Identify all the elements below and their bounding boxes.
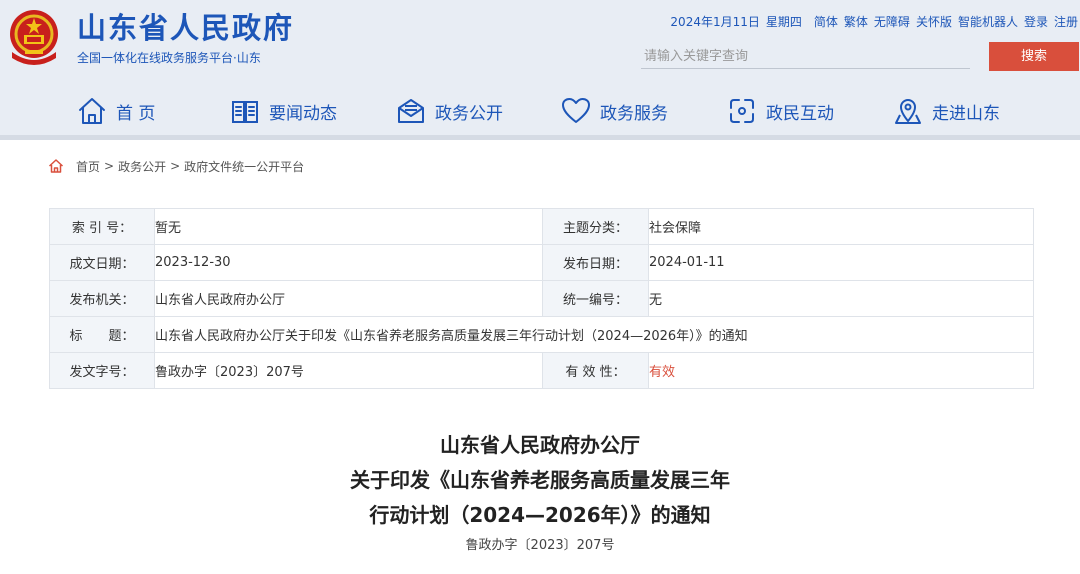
issuer-label: 发布机关：: [49, 280, 155, 317]
category-value: 社会保障: [648, 208, 1034, 245]
link-register[interactable]: 注册: [1054, 15, 1078, 29]
nav-item-public-affairs[interactable]: 政务公开: [396, 92, 503, 130]
written-date-value: 2023-12-30: [154, 244, 543, 281]
serial-number-value: 无: [648, 280, 1034, 317]
document-title-line: 山东省人民政府办公厅: [440, 433, 640, 457]
category-label: 主题分类：: [542, 208, 649, 245]
link-simplified[interactable]: 简体: [814, 15, 838, 29]
table-row: 标 题： 山东省人民政府办公厅关于印发《山东省养老服务高质量发展三年行动计划（2…: [49, 316, 1034, 353]
serial-number-label: 统一编号：: [542, 280, 649, 317]
breadcrumb-current[interactable]: 政府文件统一公开平台: [184, 158, 304, 175]
table-row: 成文日期： 2023-12-30 发布日期： 2024-01-11: [49, 244, 1034, 281]
link-care-version[interactable]: 关怀版: [916, 15, 952, 29]
breadcrumb: 首页 > 政务公开 > 政府文件统一公开平台: [48, 156, 304, 176]
publish-date-label: 发布日期：: [542, 244, 649, 281]
link-login[interactable]: 登录: [1024, 15, 1048, 29]
location-icon: [895, 99, 921, 124]
document-number-label: 发文字号：: [49, 352, 155, 389]
link-smart-robot[interactable]: 智能机器人: [958, 15, 1018, 29]
site-subtitle[interactable]: 全国一体化在线政务服务平台·山东: [77, 50, 261, 66]
title-label: 标 题：: [49, 316, 155, 353]
search-button[interactable]: 搜索: [989, 42, 1079, 71]
nav-label: 政务公开: [435, 103, 503, 124]
breadcrumb-public-affairs[interactable]: 政务公开: [118, 158, 166, 175]
mail-icon: [398, 99, 424, 123]
index-number-value: 暂无: [154, 208, 543, 245]
search-input[interactable]: [641, 44, 970, 69]
site-title[interactable]: 山东省人民政府: [77, 9, 294, 47]
home-icon[interactable]: [48, 158, 64, 174]
header-divider: [0, 135, 1080, 140]
interaction-icon: [730, 99, 754, 123]
breadcrumb-separator: >: [170, 159, 181, 173]
breadcrumb-separator: >: [104, 159, 115, 173]
nav-item-about-shandong[interactable]: 走进山东: [893, 92, 1000, 130]
nav-item-services[interactable]: 政务服务: [561, 92, 668, 130]
document-number: 鲁政办字〔2023〕207号: [465, 538, 615, 553]
document-title-line: 行动计划（2024—2026年）》的通知: [369, 503, 711, 527]
index-number-label: 索 引 号：: [49, 208, 155, 245]
site-header: 山东省人民政府 全国一体化在线政务服务平台·山东 2024年1月11日 星期四 简体…: [0, 0, 1080, 135]
table-row: 发布机关： 山东省人民政府办公厅 统一编号： 无: [49, 280, 1034, 317]
nav-item-news[interactable]: 要闻动态: [230, 92, 337, 130]
top-links: 2024年1月11日 星期四 简体 繁体 无障碍 关怀版 智能机器人 登录 注册: [664, 14, 1078, 30]
document-title: 山东省人民政府办公厅 关于印发《山东省养老服务高质量发展三年 行动计划（2024…: [0, 428, 1080, 533]
breadcrumb-home[interactable]: 首页: [76, 158, 100, 175]
national-emblem-icon[interactable]: [7, 8, 61, 66]
title-value: 山东省人民政府办公厅关于印发《山东省养老服务高质量发展三年行动计划（2024—2…: [154, 316, 1034, 353]
nav-item-interaction[interactable]: 政民互动: [727, 92, 834, 130]
nav-label: 政民互动: [766, 103, 834, 124]
link-accessibility[interactable]: 无障碍: [874, 15, 910, 29]
newspaper-icon: [232, 101, 258, 123]
validity-value: 有效: [648, 352, 1034, 389]
current-date: 2024年1月11日: [670, 15, 760, 29]
nav-item-home[interactable]: 首 页: [77, 92, 155, 130]
table-row: 索 引 号： 暂无 主题分类： 社会保障: [49, 208, 1034, 245]
nav-label: 政务服务: [600, 103, 668, 124]
nav-label: 首 页: [116, 103, 156, 124]
link-traditional[interactable]: 繁体: [844, 15, 868, 29]
home-icon: [79, 98, 105, 124]
table-row: 发文字号： 鲁政办字〔2023〕207号 有 效 性： 有效: [49, 352, 1034, 389]
nav-label: 要闻动态: [269, 103, 337, 124]
current-weekday: 星期四: [765, 15, 802, 29]
document-number-value: 鲁政办字〔2023〕207号: [154, 352, 543, 389]
document-title-line: 关于印发《山东省养老服务高质量发展三年: [350, 468, 730, 492]
heart-icon: [562, 98, 590, 123]
written-date-label: 成文日期：: [49, 244, 155, 281]
nav-label: 走进山东: [932, 103, 1000, 124]
publish-date-value: 2024-01-11: [648, 244, 1034, 281]
document-meta-table: 索 引 号： 暂无 主题分类： 社会保障 成文日期： 2023-12-30 发布…: [49, 208, 1034, 389]
validity-label: 有 效 性：: [542, 352, 649, 389]
issuer-value: 山东省人民政府办公厅: [154, 280, 543, 317]
